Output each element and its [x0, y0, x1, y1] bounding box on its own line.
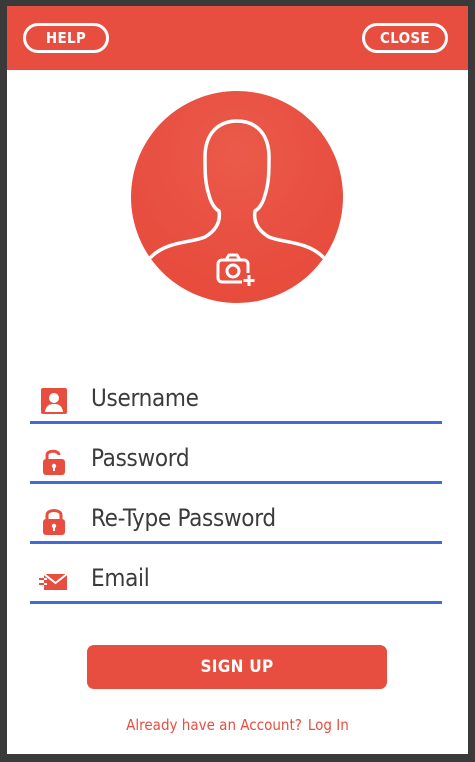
top-bar: HELP CLOSE — [7, 6, 468, 70]
signup-screen: HELP CLOSE Username Password Re-Type Pas… — [7, 6, 468, 754]
password-placeholder: Password — [91, 444, 190, 472]
username-field[interactable]: Username — [30, 377, 442, 424]
camera-add-icon[interactable] — [215, 251, 259, 291]
sign-up-button[interactable]: SIGN UP — [87, 645, 387, 689]
log-in-link[interactable]: Log In — [308, 716, 349, 734]
login-prompt-text: Already have an Account? — [126, 716, 302, 734]
lock-icon — [43, 509, 65, 535]
email-icon — [39, 573, 68, 590]
username-placeholder: Username — [91, 384, 199, 412]
unlock-icon — [43, 449, 65, 475]
retype-password-placeholder: Re-Type Password — [91, 504, 276, 532]
login-prompt: Already have an Account? Log In — [7, 716, 468, 734]
help-button[interactable]: HELP — [23, 23, 109, 53]
email-field[interactable]: Email — [30, 557, 442, 604]
close-button[interactable]: CLOSE — [362, 23, 448, 53]
user-icon — [41, 388, 67, 414]
retype-password-field[interactable]: Re-Type Password — [30, 497, 442, 544]
email-placeholder: Email — [91, 564, 150, 592]
profile-photo[interactable] — [131, 91, 343, 303]
password-field[interactable]: Password — [30, 437, 442, 484]
